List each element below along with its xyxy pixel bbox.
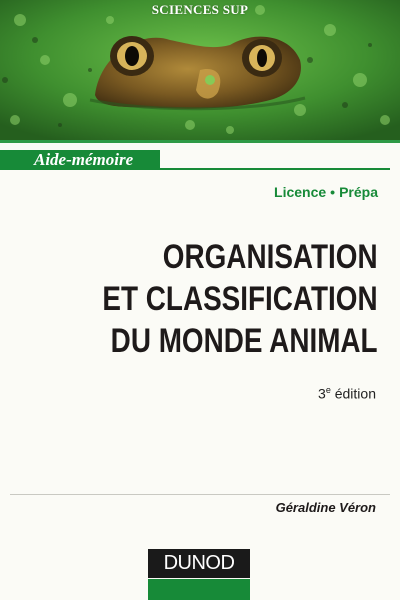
band-top-stripe (0, 140, 400, 143)
collection-band: Aide-mémoire (0, 140, 400, 174)
level-second: Prépa (339, 184, 378, 200)
author-name: Géraldine Véron (275, 500, 376, 515)
title-line-3: DU MONDE ANIMAL (111, 322, 378, 360)
publisher-logo: DUNOD (148, 549, 250, 578)
author-divider (10, 494, 390, 495)
title-line-2: ET CLASSIFICATION (102, 280, 378, 318)
level-first: Licence (274, 184, 327, 200)
collection-label: Aide-mémoire (34, 150, 134, 169)
publisher-bar (148, 579, 250, 600)
level-label: Licence • Prépa (274, 184, 378, 200)
edition-number: 3 (318, 385, 326, 402)
cover-photo-frog: SCIENCES SUP (0, 0, 400, 140)
book-title: ORGANISATION ET CLASSIFICATION DU MONDE … (103, 236, 378, 362)
edition-label: 3e édition (318, 385, 376, 402)
band-rule (160, 168, 390, 170)
edition-suffix: e (325, 385, 331, 395)
edition-word: édition (334, 385, 376, 402)
frog-photo-icon (0, 0, 400, 140)
book-cover: SCIENCES SUP Aide-mémoire Licence • Prépa … (0, 0, 400, 600)
level-separator: • (330, 184, 336, 200)
series-label: SCIENCES SUP (151, 2, 249, 17)
title-line-1: ORGANISATION (163, 238, 378, 276)
